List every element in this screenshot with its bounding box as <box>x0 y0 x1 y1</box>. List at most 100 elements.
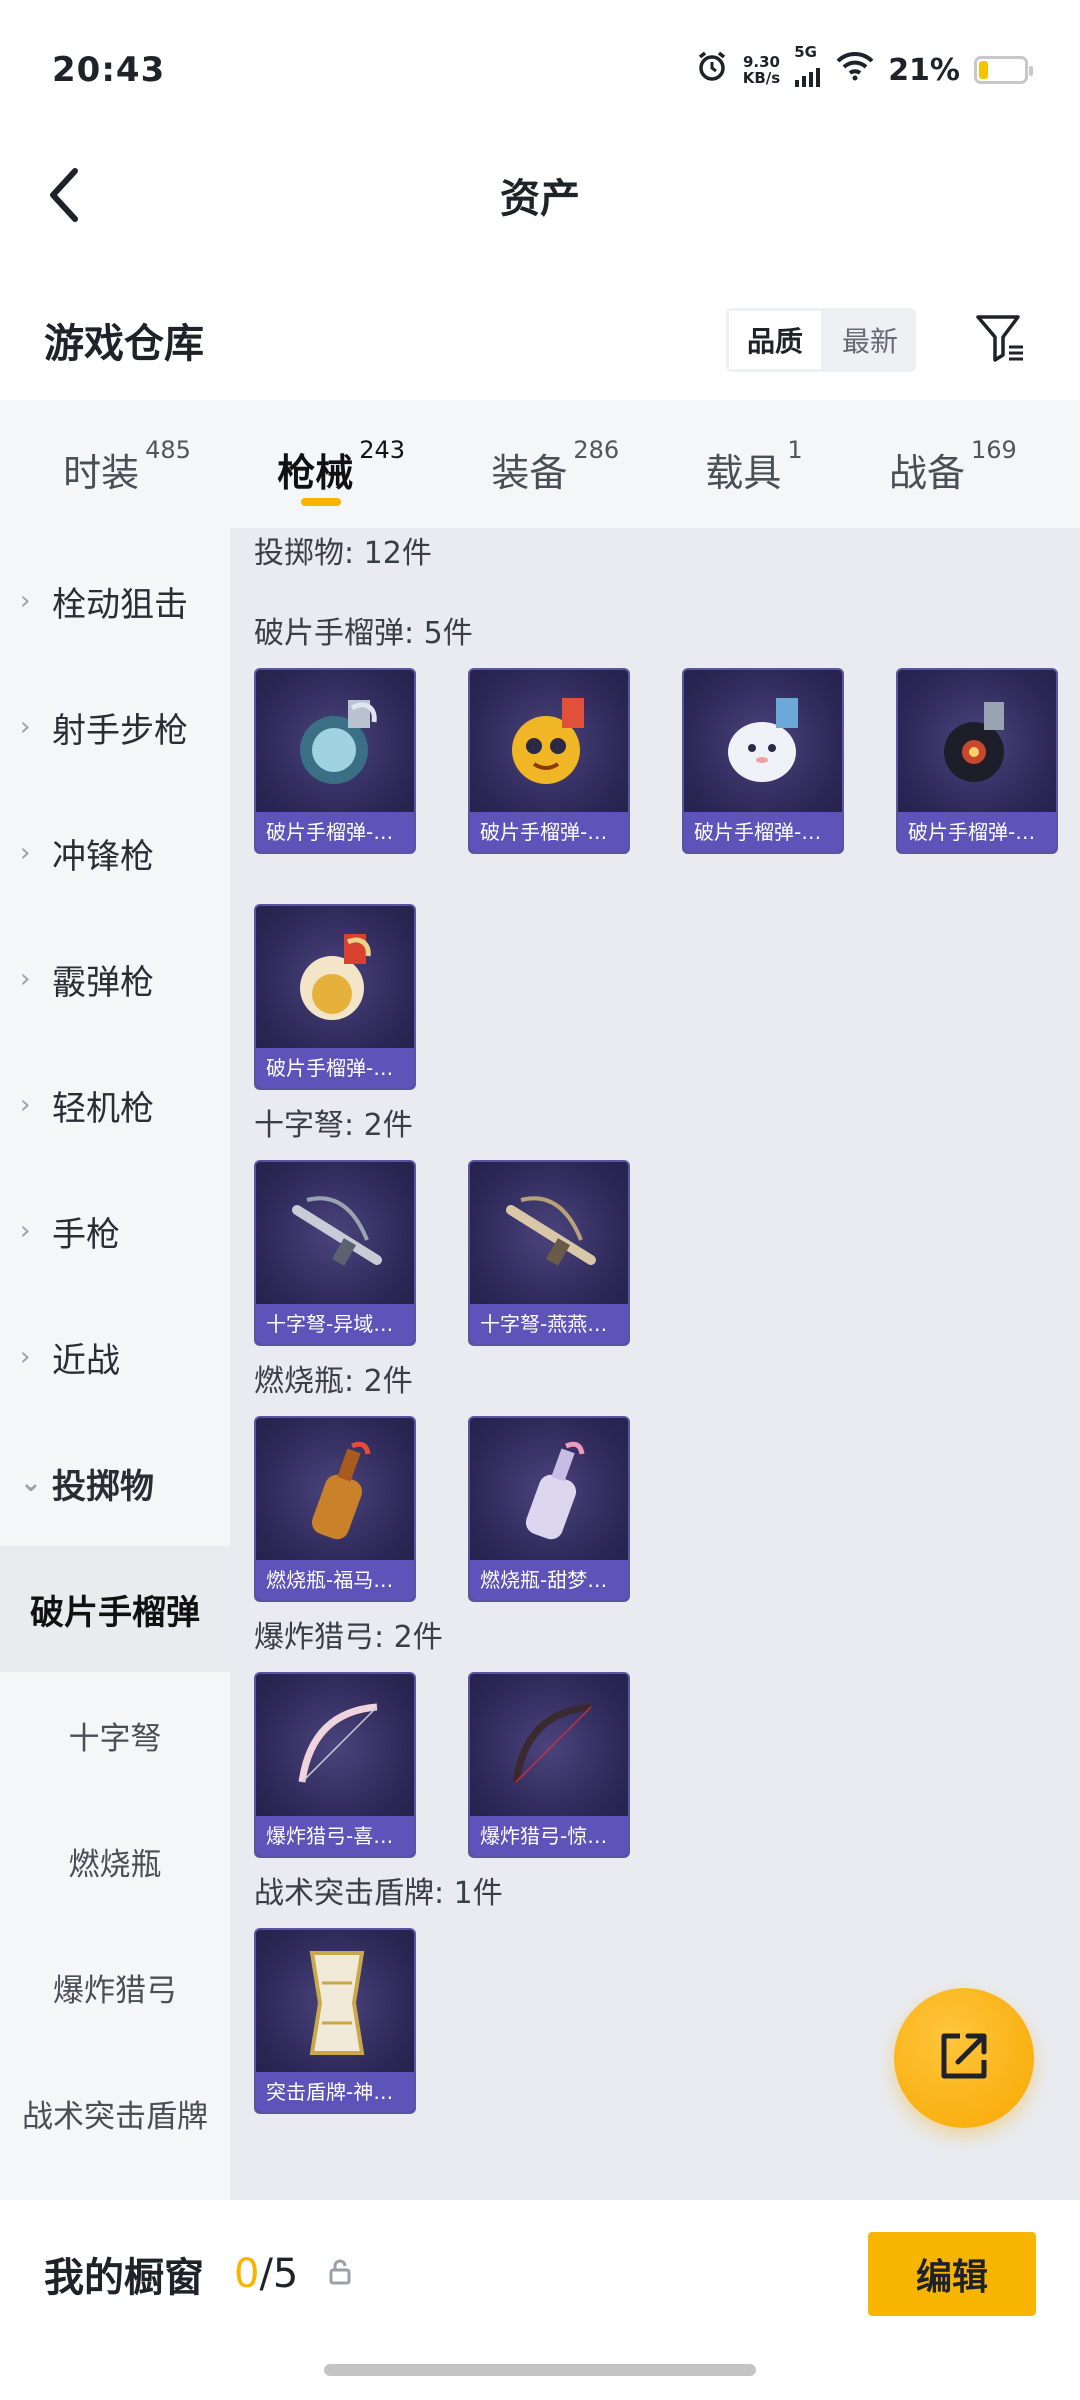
tab-label: 装备 <box>491 451 568 495</box>
item-name: 燃烧瓶-福马… <box>256 1560 414 1600</box>
chevron-right-icon: › <box>20 1342 31 1372</box>
item-name: 十字弩-燕燕… <box>470 1304 628 1344</box>
battery-percent: 21% <box>888 52 960 88</box>
tab-fashion[interactable]: 时装 485 <box>63 424 191 504</box>
sidebar-item-label: 近战 <box>52 1340 120 1381</box>
tab-label: 枪械 <box>277 451 354 495</box>
lock-icon <box>328 2259 352 2289</box>
filter-button[interactable] <box>966 305 1036 375</box>
item-card[interactable]: 十字弩-异域… <box>254 1160 416 1346</box>
sidebar-item-label: 射手步枪 <box>52 710 188 751</box>
home-indicator[interactable] <box>324 2364 756 2376</box>
item-name: 突击盾牌-神… <box>256 2072 414 2112</box>
battery-fill <box>979 61 988 79</box>
edit-button[interactable]: 编辑 <box>868 2232 1036 2316</box>
section-label: 破片手榴弹: 5件 <box>254 616 473 651</box>
grenade-icon <box>470 670 628 816</box>
sidebar-item-melee[interactable]: › 近战 <box>0 1294 230 1420</box>
item-card[interactable]: 破片手榴弹-… <box>254 668 416 854</box>
sidebar-item-label: 冲锋枪 <box>52 836 154 877</box>
grenade-icon <box>684 670 842 816</box>
item-card[interactable]: 燃烧瓶-甜梦… <box>468 1416 630 1602</box>
wifi-icon <box>836 51 874 89</box>
back-button[interactable] <box>30 162 100 232</box>
sort-toggle: 品质 最新 <box>725 308 916 372</box>
item-card[interactable]: 燃烧瓶-福马… <box>254 1416 416 1602</box>
showcase-title: 我的橱窗 <box>44 2255 204 2301</box>
item-row: 破片手榴弹-… 破片手榴弹-… 破片手榴弹-… 破片手榴弹-… <box>254 668 1080 854</box>
item-card[interactable]: 突击盾牌-神… <box>254 1928 416 2114</box>
sidebar-sub-crossbow[interactable]: 十字弩 <box>0 1672 230 1798</box>
tab-equipment[interactable]: 装备 286 <box>491 424 619 504</box>
sort-quality-button[interactable]: 品质 <box>725 308 824 372</box>
tab-count: 169 <box>970 436 1017 464</box>
sidebar-item-label: 轻机枪 <box>52 1088 154 1129</box>
tab-label: 载具 <box>705 451 782 495</box>
item-name: 燃烧瓶-甜梦… <box>470 1560 628 1600</box>
net-speed: 9.30 KB/s <box>742 53 781 87</box>
chevron-right-icon: › <box>20 838 31 868</box>
chevron-right-icon: › <box>20 1216 31 1246</box>
chevron-left-icon <box>45 167 85 227</box>
bow-icon <box>256 1674 414 1820</box>
filter-icon <box>975 313 1027 367</box>
item-name: 爆炸猎弓-惊… <box>470 1816 628 1856</box>
item-card[interactable]: 爆炸猎弓-惊… <box>468 1672 630 1858</box>
item-card[interactable]: 破片手榴弹-… <box>682 668 844 854</box>
sidebar-item-bolt-sniper[interactable]: › 栓动狙击 <box>0 538 230 664</box>
item-card[interactable]: 破片手榴弹-… <box>896 668 1058 854</box>
page-title: 资产 <box>500 176 580 222</box>
status-bar: 20:43 9.30 KB/s 5G 21% <box>0 0 1080 140</box>
showcase-count: 0/5 <box>234 2251 299 2297</box>
sidebar-item-label: 栓动狙击 <box>52 584 188 625</box>
category-tabs: 时装 485 枪械 243 装备 286 载具 1 战备 169 <box>0 400 1080 528</box>
tab-guns[interactable]: 枪械 243 <box>277 424 405 506</box>
sidebar-sub-molotov[interactable]: 燃烧瓶 <box>0 1798 230 1924</box>
tab-label: 战备 <box>888 451 965 495</box>
grenade-icon <box>898 670 1056 816</box>
sidebar-item-lmg[interactable]: › 轻机枪 <box>0 1042 230 1168</box>
sidebar-item-shotgun[interactable]: › 霰弹枪 <box>0 916 230 1042</box>
throwables-summary: 投掷物: 12件 <box>254 536 432 571</box>
section-label: 燃烧瓶: 2件 <box>254 1364 413 1399</box>
sidebar-sub-explosive-bow[interactable]: 爆炸猎弓 <box>0 1924 230 2050</box>
grenade-icon <box>256 906 414 1052</box>
item-name: 十字弩-异域… <box>256 1304 414 1344</box>
item-card[interactable]: 爆炸猎弓-喜… <box>254 1672 416 1858</box>
section-label: 十字弩: 2件 <box>254 1108 413 1143</box>
item-name: 破片手榴弹-… <box>470 812 628 852</box>
tab-vehicles[interactable]: 载具 1 <box>705 424 802 504</box>
chevron-down-icon: ⌄ <box>20 1468 42 1498</box>
tab-count: 1 <box>787 436 803 464</box>
nav-bar: 资产 <box>0 140 1080 250</box>
section-label: 爆炸猎弓: 2件 <box>254 1620 443 1655</box>
section-label: 战术突击盾牌: 1件 <box>254 1876 503 1911</box>
grenade-icon <box>256 670 414 816</box>
sort-newest-button[interactable]: 最新 <box>824 308 916 372</box>
status-icons: 9.30 KB/s 5G 21% <box>695 45 1033 95</box>
sidebar-sub-tactical-shield[interactable]: 战术突击盾牌 <box>0 2050 230 2176</box>
tab-count: 485 <box>145 436 191 464</box>
sidebar-item-smg[interactable]: › 冲锋枪 <box>0 790 230 916</box>
chevron-right-icon: › <box>20 586 31 616</box>
signal-group: 5G <box>794 45 822 95</box>
sidebar-item-label: 手枪 <box>52 1214 120 1255</box>
sidebar-item-marksman-rifle[interactable]: › 射手步枪 <box>0 664 230 790</box>
tab-count: 286 <box>573 436 620 464</box>
crossbow-icon <box>256 1162 414 1308</box>
item-name: 破片手榴弹-… <box>256 1048 414 1088</box>
share-button[interactable] <box>894 1988 1034 2128</box>
sidebar-sub-frag-grenade[interactable]: 破片手榴弹 <box>0 1546 230 1672</box>
sidebar-item-pistol[interactable]: › 手枪 <box>0 1168 230 1294</box>
item-card[interactable]: 破片手榴弹-… <box>254 904 416 1090</box>
network-type: 5G <box>794 43 817 61</box>
molotov-icon <box>470 1418 628 1564</box>
tab-supplies[interactable]: 战备 169 <box>889 424 1017 504</box>
sidebar-item-throwables[interactable]: ⌄ 投掷物 <box>0 1420 230 1546</box>
item-card[interactable]: 破片手榴弹-… <box>468 668 630 854</box>
item-name: 破片手榴弹-… <box>256 812 414 852</box>
item-card[interactable]: 十字弩-燕燕… <box>468 1160 630 1346</box>
sidebar-item-label: 投掷物 <box>52 1466 154 1507</box>
chevron-right-icon: › <box>20 1090 31 1120</box>
item-row: 破片手榴弹-… <box>254 904 1080 1090</box>
